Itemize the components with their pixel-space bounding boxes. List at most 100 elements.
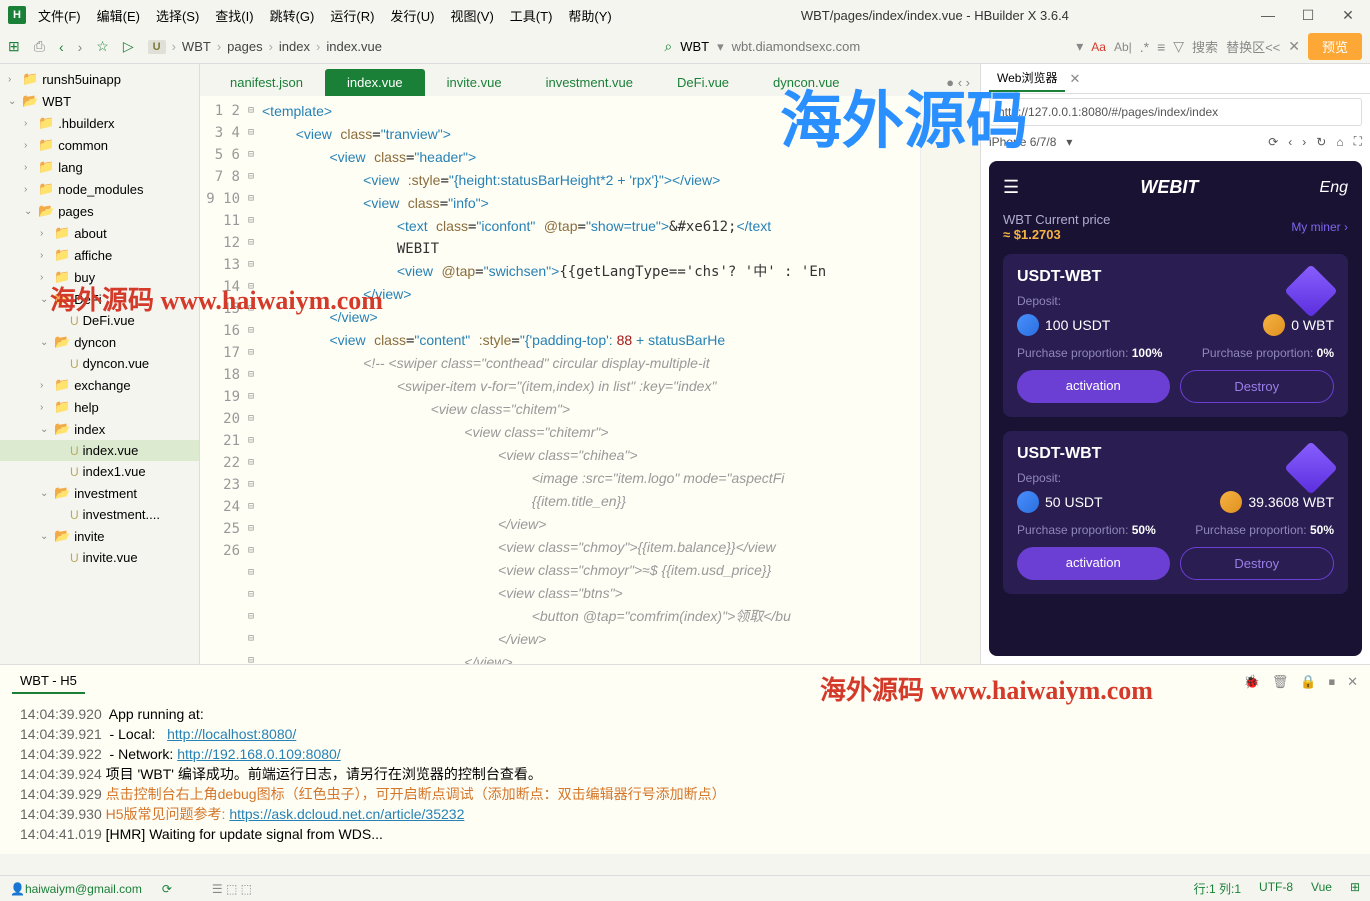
preview-url[interactable]: http://127.0.0.1:8080/#/pages/index/inde… — [989, 98, 1362, 126]
tree-item-invite[interactable]: ⌄📂invite — [0, 525, 199, 547]
back-icon[interactable]: ‹ — [59, 39, 64, 55]
tree-item-help[interactable]: ›📁help — [0, 396, 199, 418]
preview-expand-icon[interactable]: ⛶ — [1354, 134, 1362, 149]
tree-item-about[interactable]: ›📁about — [0, 222, 199, 244]
activation-button[interactable]: activation — [1017, 370, 1170, 403]
preview-refresh-icon[interactable]: ↻ — [1316, 135, 1326, 149]
encoding[interactable]: UTF-8 — [1259, 880, 1293, 897]
activation-button[interactable]: activation — [1017, 547, 1170, 580]
console-trash-icon[interactable]: 🗑 — [1272, 674, 1289, 690]
console-close-icon[interactable]: ✕ — [1347, 674, 1358, 690]
forward-icon[interactable]: › — [78, 39, 83, 55]
console-link[interactable]: http://192.168.0.109:8080/ — [177, 746, 340, 762]
maximize-icon[interactable]: ☐ — [1294, 7, 1322, 24]
destroy-button[interactable]: Destroy — [1180, 547, 1335, 580]
user-email[interactable]: haiwaiym@gmail.com — [25, 882, 142, 896]
tree-item-DeFi.vue[interactable]: UDeFi.vue — [0, 310, 199, 331]
rotate-icon[interactable]: ⟳ — [1268, 135, 1278, 149]
menu-help[interactable]: 帮助(Y) — [564, 4, 615, 27]
tree-item-dyncon.vue[interactable]: Udyncon.vue — [0, 353, 199, 374]
menu-find[interactable]: 查找(I) — [211, 4, 257, 27]
sync-icon[interactable]: ⟳ — [162, 882, 172, 896]
breadcrumb[interactable]: U ›WBT ›pages ›index ›index.vue — [148, 39, 382, 54]
tab-defi[interactable]: DeFi.vue — [655, 69, 751, 96]
destroy-button[interactable]: Destroy — [1180, 370, 1335, 403]
menu-select[interactable]: 选择(S) — [152, 4, 203, 27]
menu-publish[interactable]: 发行(U) — [386, 4, 438, 27]
folder-open-icon: 📂 — [54, 528, 70, 544]
tree-item-index1.vue[interactable]: Uindex1.vue — [0, 461, 199, 482]
preview-back-icon[interactable]: ‹ — [1288, 135, 1292, 149]
language-mode[interactable]: Vue — [1311, 880, 1332, 897]
tree-item-lang[interactable]: ›📁lang — [0, 156, 199, 178]
tree-item-WBT[interactable]: ⌄📂WBT — [0, 90, 199, 112]
aa-icon[interactable]: Aa — [1091, 40, 1106, 54]
minimap[interactable] — [920, 96, 980, 664]
play-icon[interactable]: ▷ — [123, 38, 134, 55]
tree-item-index[interactable]: ⌄📂index — [0, 418, 199, 440]
ab-icon[interactable]: Ab| — [1114, 40, 1132, 54]
menu-tools[interactable]: 工具(T) — [506, 4, 557, 27]
console-stop-icon[interactable]: ⏹ — [1329, 674, 1336, 690]
console-link[interactable]: https://ask.dcloud.net.cn/article/35232 — [229, 806, 464, 822]
code-editor[interactable]: <template> <view class="tranview"> <view… — [262, 96, 920, 664]
menu-goto[interactable]: 跳转(G) — [266, 4, 319, 27]
folder-icon: 📁 — [38, 137, 54, 153]
close-icon[interactable]: ✕ — [1334, 7, 1362, 24]
tree-item-buy[interactable]: ›📁buy — [0, 266, 199, 288]
tree-item-.hbuilderx[interactable]: ›📁.hbuilderx — [0, 112, 199, 134]
tree-item-investment[interactable]: ⌄📂investment — [0, 482, 199, 504]
tab-index[interactable]: index.vue — [325, 69, 425, 96]
preview-tab[interactable]: Web浏览器 — [989, 65, 1065, 92]
save-icon[interactable]: ⎙ — [34, 38, 45, 55]
tree-item-affiche[interactable]: ›📁affiche — [0, 244, 199, 266]
menu-run[interactable]: 运行(R) — [326, 4, 378, 27]
menu-file[interactable]: 文件(F) — [34, 4, 85, 27]
minimize-icon[interactable]: — — [1254, 7, 1282, 24]
user-icon[interactable]: 👤 — [10, 882, 25, 896]
lang-toggle[interactable]: Eng — [1320, 179, 1348, 197]
my-miner-link[interactable]: My miner › — [1291, 220, 1348, 234]
tree-item-invite.vue[interactable]: Uinvite.vue — [0, 547, 199, 568]
hamburger-icon[interactable]: ☰ — [1003, 177, 1019, 198]
grid-icon[interactable]: ⊞ — [1350, 880, 1360, 897]
device-select[interactable]: iPhone 6/7/8 — [989, 135, 1056, 149]
filter-icon[interactable]: ▽ — [1173, 38, 1184, 55]
tab-investment[interactable]: investment.vue — [524, 69, 655, 96]
preview-button[interactable]: 预览 — [1308, 33, 1362, 60]
tree-item-investment....[interactable]: Uinvestment.... — [0, 504, 199, 525]
preview-fwd-icon[interactable]: › — [1302, 135, 1306, 149]
list-icon[interactable]: ≡ — [1157, 39, 1165, 55]
fold-column[interactable]: ⊟ ⊟ ⊟ ⊟ ⊟ ⊟ ⊟ ⊟ ⊟ ⊟ ⊟ ⊟ ⊟ ⊟ ⊟ ⊟ ⊟ ⊟ ⊟ ⊟ … — [248, 96, 262, 664]
menu-view[interactable]: 视图(V) — [446, 4, 497, 27]
tree-item-index.vue[interactable]: Uindex.vue — [0, 440, 199, 461]
tree-item-runsh5uinapp[interactable]: ›📁runsh5uinapp — [0, 68, 199, 90]
tab-dyncon[interactable]: dyncon.vue — [751, 69, 862, 96]
console-tab[interactable]: WBT - H5 — [12, 669, 85, 694]
tree-item-pages[interactable]: ⌄📂pages — [0, 200, 199, 222]
replace-label[interactable]: 替换区<< — [1226, 37, 1280, 56]
new-icon[interactable]: ⊞ — [8, 38, 20, 55]
line-gutter[interactable]: 1 2 3 4 5 6 7 8 9 10 11 12 13 14 15 16 1… — [200, 96, 248, 664]
debug-icon[interactable]: 🐞 — [1244, 674, 1260, 690]
search-code-icon[interactable]: ⌕ — [664, 38, 672, 55]
regex-icon[interactable]: .* — [1140, 39, 1149, 55]
tree-item-common[interactable]: ›📁common — [0, 134, 199, 156]
url-input[interactable]: wbt.diamondsexc.com — [732, 39, 861, 54]
search-label[interactable]: 搜索 — [1192, 37, 1218, 56]
tab-manifest[interactable]: nanifest.json — [208, 69, 325, 96]
editor-tabs: nanifest.json index.vue invite.vue inves… — [200, 64, 980, 96]
menu-edit[interactable]: 编辑(E) — [93, 4, 144, 27]
folder-icon: 📁 — [54, 377, 70, 393]
tree-item-DeFi[interactable]: ⌄📂DeFi — [0, 288, 199, 310]
tab-invite[interactable]: invite.vue — [425, 69, 524, 96]
tree-item-dyncon[interactable]: ⌄📂dyncon — [0, 331, 199, 353]
console-link[interactable]: http://localhost:8080/ — [167, 726, 296, 742]
tree-item-node_modules[interactable]: ›📁node_modules — [0, 178, 199, 200]
console-lock-icon[interactable]: 🔒 — [1300, 674, 1316, 690]
tree-item-exchange[interactable]: ›📁exchange — [0, 374, 199, 396]
preview-lock-icon[interactable]: ⌂ — [1336, 135, 1343, 149]
star-icon[interactable]: ☆ — [96, 38, 109, 55]
url-short[interactable]: WBT — [680, 39, 709, 54]
preview-tab-close[interactable]: ✕ — [1069, 71, 1080, 87]
